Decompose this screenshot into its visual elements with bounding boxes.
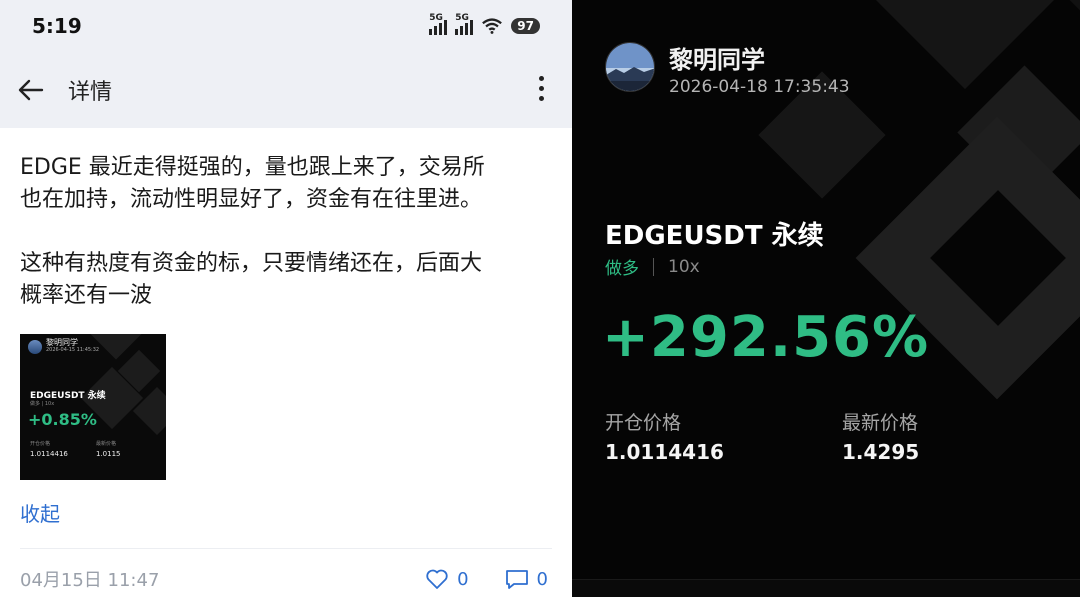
background-pattern	[858, 0, 1072, 90]
post-actions: 0 0	[425, 568, 548, 590]
position-side: 做多	[605, 259, 639, 279]
comment-button[interactable]: 0	[505, 568, 548, 590]
entry-price-value: 1.0114416	[605, 440, 724, 464]
entry-price-label: 开仓价格	[605, 412, 682, 434]
back-arrow-icon[interactable]	[16, 75, 46, 105]
post-text: EDGE 最近走得挺强的，量也跟上来了，交易所 也在加持，流动性明显好了，资金有…	[20, 152, 552, 312]
post-datetime: 2026-04-18 17:35:43	[669, 77, 850, 97]
page-title: 详情	[68, 80, 113, 105]
heart-icon	[426, 569, 448, 589]
post-line: 概率还有一波	[20, 283, 153, 308]
latest-price-value: 1.4295	[842, 440, 920, 464]
post-date: 04月15日 11:47	[20, 570, 160, 591]
post-line: 这种有热度有资金的标，只要情绪还在，后面大	[20, 251, 483, 276]
post-line: EDGE 最近走得挺强的，量也跟上来了，交易所	[20, 155, 485, 180]
pnl-percentage: +292.56%	[602, 305, 930, 370]
signal-icon: 5G	[455, 13, 474, 35]
status-time: 5:19	[32, 14, 82, 38]
wifi-icon	[482, 18, 503, 34]
more-vertical-icon[interactable]	[539, 76, 544, 101]
trading-symbol: EDGEUSDT 永续	[605, 221, 824, 251]
post-detail-panel: 5:19 5G 5G 97 详情 EDGE 最近走得挺强的，量也跟上来了，交易所…	[0, 0, 572, 597]
username: 黎明同学	[669, 46, 765, 74]
like-count: 0	[457, 568, 469, 590]
latest-price-label: 最新价格	[842, 412, 919, 434]
battery-icon: 97	[511, 18, 540, 34]
comment-count: 0	[536, 568, 548, 590]
divider	[20, 548, 552, 549]
background-pattern	[1054, 0, 1080, 28]
post-line: 也在加持，流动性明显好了，资金有在往里进。	[20, 187, 483, 212]
top-app-bar: 详情	[0, 52, 572, 128]
position-info: 做多 10x	[605, 254, 700, 280]
post-footer: 04月15日 11:47 0 0	[20, 566, 548, 592]
post-content: EDGE 最近走得挺强的，量也跟上来了，交易所 也在加持，流动性明显好了，资金有…	[0, 128, 572, 527]
separator	[653, 257, 654, 276]
comment-icon	[505, 570, 528, 589]
status-icons: 5G 5G 97	[429, 13, 540, 35]
pnl-share-card: 黎明同学 2026-04-18 17:35:43 EDGEUSDT 永续 做多 …	[572, 0, 1080, 597]
like-button[interactable]: 0	[425, 568, 469, 590]
post-image-thumbnail[interactable]: 黎明同学 2026-04-15 11:45:32 EDGEUSDT 永续 做多 …	[20, 334, 166, 480]
collapse-button[interactable]: 收起	[20, 498, 552, 527]
card-bottom-edge	[572, 579, 1080, 597]
signal-icon: 5G	[429, 13, 448, 35]
thumb-avatar	[28, 340, 42, 354]
leverage: 10x	[668, 256, 700, 277]
avatar	[605, 42, 655, 92]
status-bar: 5:19 5G 5G 97	[0, 0, 572, 52]
